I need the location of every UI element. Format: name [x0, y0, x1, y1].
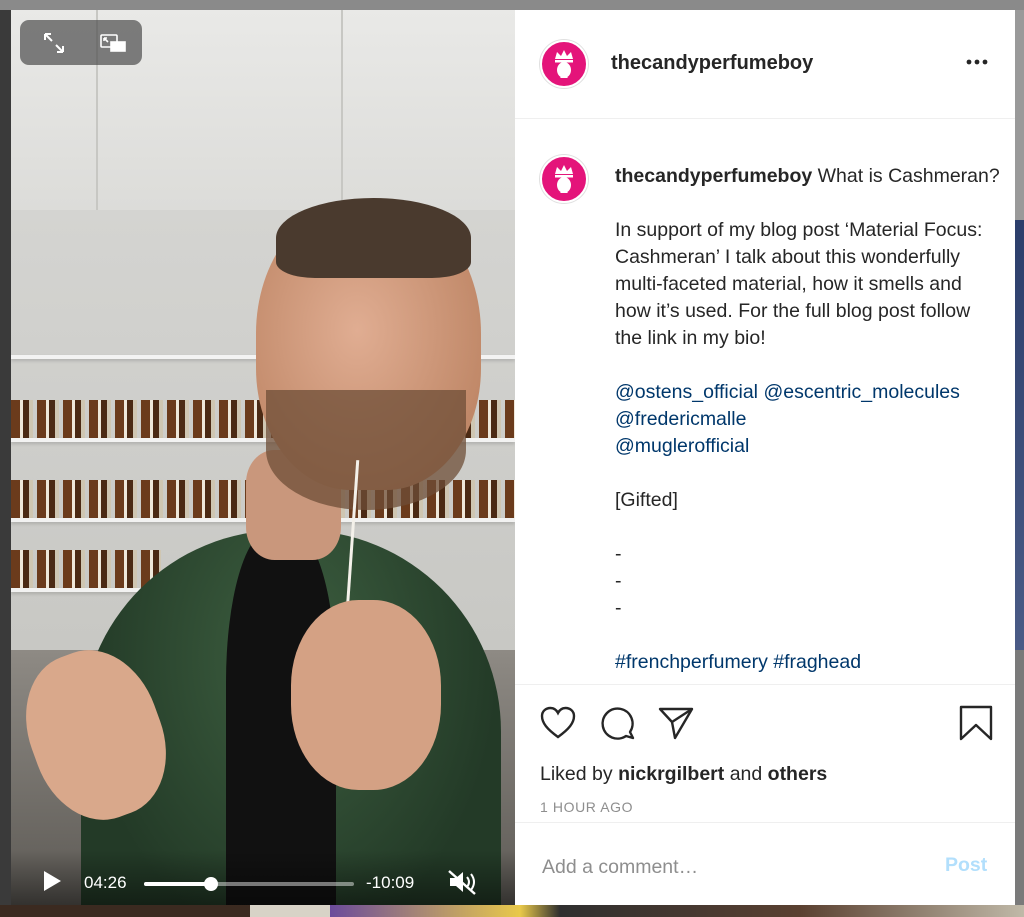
person-hair: [276, 198, 471, 278]
liked-and: and: [729, 763, 763, 785]
header-username[interactable]: thecandyperfumeboy: [611, 52, 813, 75]
liked-user-link[interactable]: nickrgilbert: [618, 763, 724, 785]
post-timestamp[interactable]: 1 HOUR AGO: [540, 799, 633, 815]
likes-summary: Liked by nickrgilbert and others: [540, 763, 827, 786]
post-header: thecandyperfumeboy: [515, 10, 1015, 119]
video-player[interactable]: 04:26 -10:09: [11, 10, 515, 905]
more-icon[interactable]: [965, 54, 991, 70]
scrubber-progress: [144, 882, 212, 886]
video-scrubber[interactable]: [144, 877, 354, 891]
comment-bar: Post: [515, 822, 1015, 906]
share-icon[interactable]: [657, 705, 695, 741]
person-hand-right: [291, 600, 441, 790]
mention-link[interactable]: @ostens_official: [615, 381, 758, 403]
post-panel: thecandyperfumeboy thecandyperfumeboy Wh…: [515, 10, 1015, 905]
caption-dash: -: [615, 597, 622, 619]
remaining-time: -10:09: [366, 873, 415, 892]
video-bottom-controls: 04:26 -10:09: [11, 850, 515, 905]
background-left: [0, 10, 11, 917]
caption-dash: -: [615, 570, 622, 592]
gifted-label: [Gifted]: [615, 489, 678, 511]
play-icon[interactable]: [41, 870, 63, 892]
comment-icon[interactable]: [599, 705, 637, 741]
ceiling-seam: [341, 10, 343, 210]
expand-icon[interactable]: [42, 31, 66, 55]
scrubber-thumb[interactable]: [204, 877, 219, 891]
background-right: [1015, 10, 1024, 917]
liked-others-link[interactable]: others: [768, 763, 828, 785]
caption-avatar[interactable]: [540, 155, 588, 203]
mention-link[interactable]: @escentric_molecules: [763, 381, 959, 403]
comment-input[interactable]: [540, 851, 924, 883]
video-top-controls: [20, 20, 142, 65]
caption-username[interactable]: thecandyperfumeboy: [615, 165, 812, 187]
caption-body: In support of my blog post ‘Material Foc…: [615, 219, 983, 349]
caption-dash: -: [615, 543, 622, 565]
caption-title: What is Cashmeran?: [817, 165, 1000, 187]
picture-in-picture-icon[interactable]: [100, 31, 126, 55]
caption-area: thecandyperfumeboy What is Cashmeran? In…: [515, 119, 1015, 684]
bottle-row: [11, 550, 161, 588]
liked-prefix: Liked by: [540, 763, 613, 785]
avatar[interactable]: [540, 40, 588, 88]
elapsed-time: 04:26: [84, 873, 127, 892]
mention-link[interactable]: @muglerofficial: [615, 435, 749, 457]
mute-icon[interactable]: [447, 868, 479, 896]
crown-logo-icon: [555, 50, 573, 78]
post-actions: Liked by nickrgilbert and others 1 HOUR …: [515, 684, 1015, 823]
hashtags[interactable]: #frenchperfumery #fraghead: [615, 649, 1000, 676]
heart-icon[interactable]: [539, 705, 577, 741]
mention-link[interactable]: @fredericmalle: [615, 408, 746, 430]
bookmark-icon[interactable]: [957, 705, 995, 741]
caption-text: thecandyperfumeboy What is Cashmeran? In…: [615, 163, 1000, 676]
background-top: [0, 0, 1024, 10]
post-comment-button[interactable]: Post: [945, 854, 987, 877]
person-beard: [266, 390, 466, 510]
crown-logo-icon: [555, 165, 573, 193]
background-bottom: [0, 905, 1024, 917]
